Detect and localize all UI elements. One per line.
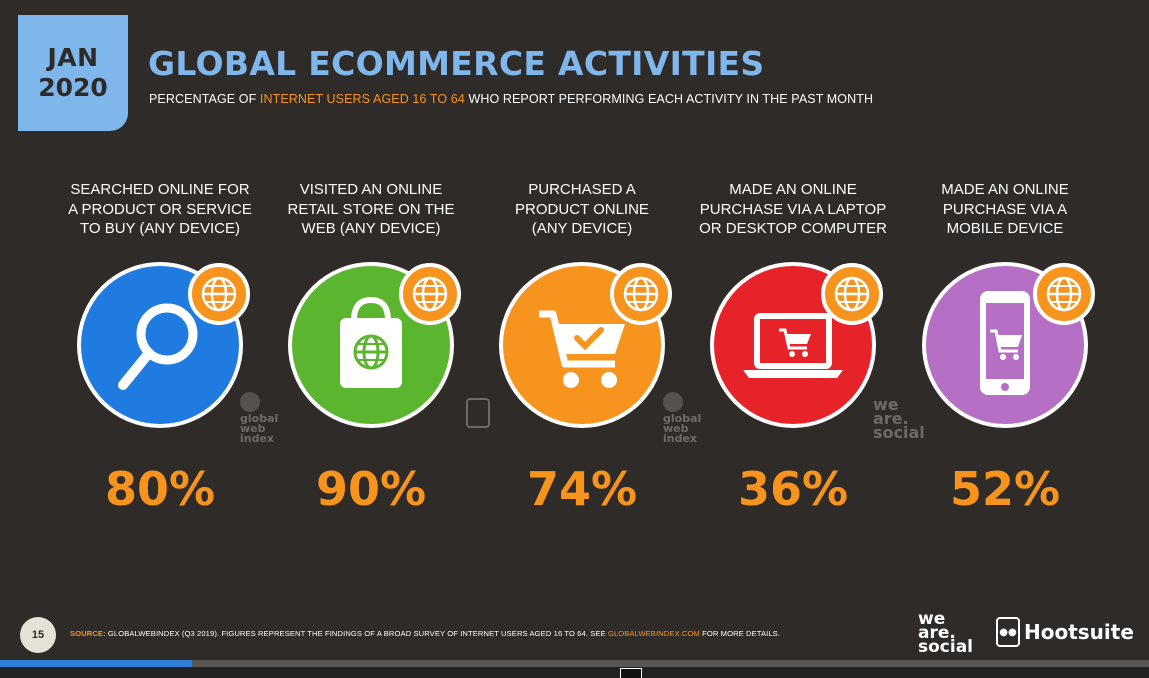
source-link[interactable]: GLOBALWEBINDEX.COM — [608, 629, 700, 638]
we-are-social-logo: we are. social — [918, 609, 974, 657]
activity-value-1: 80% — [104, 462, 216, 516]
date-month: JAN — [47, 43, 99, 72]
gwi-watermark: global web index — [240, 392, 278, 444]
source-label: SOURCE: — [70, 629, 106, 638]
was-watermark: we are. social — [873, 395, 925, 442]
bottom-strip — [0, 667, 1149, 678]
activity-value-3: 74% — [526, 462, 638, 516]
globe-icon — [610, 263, 672, 325]
page-subtitle: PERCENTAGE OF INTERNET USERS AGED 16 TO … — [149, 92, 873, 106]
activity-label-4: MADE AN ONLINE PURCHASE VIA A LAPTOP OR … — [699, 181, 887, 237]
hootsuite-logo: ●● Hootsuite — [996, 617, 1134, 647]
source-tail: FOR MORE DETAILS. — [699, 629, 781, 638]
activity-label-2: VISITED AN ONLINE RETAIL STORE ON THE WE… — [287, 181, 455, 237]
globe-icon — [821, 263, 883, 325]
gwi-watermark: global web index — [663, 392, 701, 444]
source-text: GLOBALWEBINDEX (Q3 2019). FIGURES REPRES… — [105, 629, 608, 638]
source-note: SOURCE: GLOBALWEBINDEX (Q3 2019). FIGURE… — [70, 629, 780, 638]
cursor-indicator — [620, 668, 642, 678]
activity-value-4: 36% — [737, 462, 849, 516]
owl-watermark-icon — [466, 398, 490, 428]
owl-icon: ●● — [996, 617, 1020, 647]
subtitle-highlight: INTERNET USERS AGED 16 TO 64 — [259, 92, 465, 106]
activity-value-2: 90% — [315, 462, 427, 516]
globe-icon — [188, 263, 250, 325]
activity-label-3: PURCHASED A PRODUCT ONLINE (ANY DEVICE) — [515, 181, 649, 237]
gwi-watermark-text: global web index — [663, 412, 702, 445]
slide-progress-fill — [0, 660, 192, 667]
subtitle-pre: PERCENTAGE OF — [149, 92, 260, 106]
page-number: 15 — [20, 617, 56, 653]
globe-icon — [399, 263, 461, 325]
activity-value-5: 52% — [949, 462, 1061, 516]
globe-icon — [1033, 263, 1095, 325]
hootsuite-logo-text: Hootsuite — [1024, 620, 1134, 644]
page-title: GLOBAL ECOMMERCE ACTIVITIES — [148, 44, 765, 83]
activity-label-5: MADE AN ONLINE PURCHASE VIA A MOBILE DEV… — [941, 181, 1069, 237]
date-year: 2020 — [38, 73, 108, 102]
gwi-watermark-text: global web index — [240, 412, 279, 445]
slide-progress-bar — [0, 660, 1149, 667]
activity-label-1: SEARCHED ONLINE FOR A PRODUCT OR SERVICE… — [68, 181, 252, 237]
date-badge: JAN 2020 — [18, 15, 128, 131]
subtitle-post: WHO REPORT PERFORMING EACH ACTIVITY IN T… — [464, 92, 874, 106]
